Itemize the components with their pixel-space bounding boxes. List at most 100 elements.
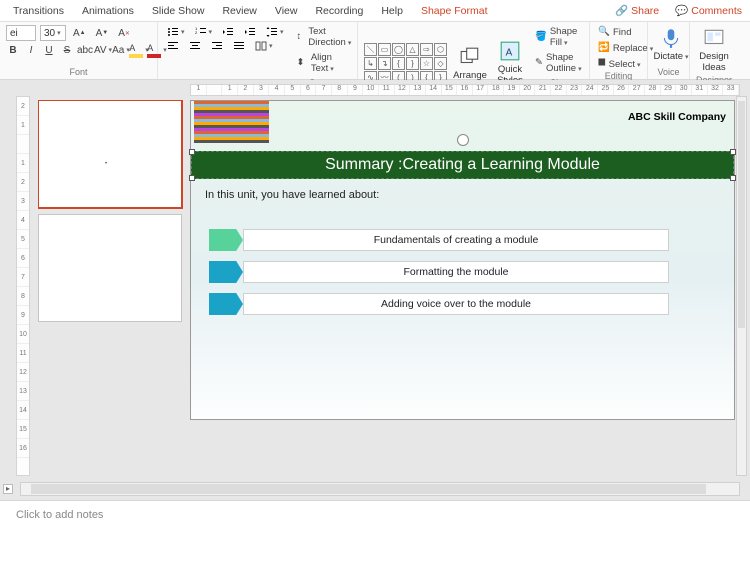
- tab-shape-format[interactable]: Shape Format: [412, 2, 497, 20]
- shape-rect-icon[interactable]: ▭: [378, 43, 391, 56]
- comment-icon: 💬: [675, 4, 688, 17]
- italic-button[interactable]: I: [24, 43, 38, 57]
- comments-button[interactable]: 💬 Comments: [667, 1, 750, 20]
- align-left-button[interactable]: [164, 39, 182, 53]
- strike-button[interactable]: S: [60, 43, 74, 57]
- clear-formatting-button[interactable]: A✕: [115, 26, 133, 40]
- shape-triangle-icon[interactable]: △: [406, 43, 419, 56]
- text-direction-label: Text Direction: [308, 26, 354, 48]
- shadow-button[interactable]: abc: [78, 43, 92, 57]
- text-direction-icon: ↕: [297, 31, 306, 43]
- resize-handle-bl[interactable]: [189, 175, 195, 181]
- tab-view[interactable]: View: [266, 2, 307, 20]
- increase-font-button[interactable]: A▲: [70, 26, 89, 40]
- svg-text:A: A: [506, 47, 513, 58]
- find-icon: 🔍: [598, 26, 610, 38]
- highlight-color-button[interactable]: A: [132, 43, 146, 57]
- select-button[interactable]: ⯀Select: [596, 57, 641, 71]
- shape-hexagon-icon[interactable]: ⬡: [434, 43, 447, 56]
- dictate-icon: [660, 27, 682, 49]
- slide-thumb-2[interactable]: [38, 214, 182, 322]
- ribbon-tabs: Transitions Animations Slide Show Review…: [0, 0, 750, 22]
- justify-button[interactable]: [230, 39, 248, 53]
- tab-slide-show[interactable]: Slide Show: [143, 2, 214, 20]
- font-name-box[interactable]: ei: [6, 25, 36, 41]
- slide-thumb-1[interactable]: [38, 100, 182, 208]
- list-item-label: Formatting the module: [243, 261, 669, 283]
- decrease-indent-button[interactable]: [219, 25, 237, 39]
- shape-ellipse-icon[interactable]: ◯: [392, 43, 405, 56]
- slide-title-shape[interactable]: Summary :Creating a Learning Module ⟳: [191, 151, 734, 179]
- tab-recording[interactable]: Recording: [306, 2, 372, 20]
- shape-callout-icon[interactable]: ◇: [434, 57, 447, 70]
- char-spacing-button[interactable]: AV: [96, 43, 110, 57]
- find-label: Find: [613, 27, 631, 38]
- resize-handle-tl[interactable]: [189, 149, 195, 155]
- change-case-button[interactable]: Aa: [114, 43, 128, 57]
- scroll-thumb[interactable]: [738, 101, 745, 328]
- rotate-handle[interactable]: ⟳: [457, 134, 469, 146]
- tab-review[interactable]: Review: [213, 2, 265, 20]
- shape-star-icon[interactable]: ☆: [420, 57, 433, 70]
- ribbon: ei 30 A▲ A▼ A✕ B I U S abc AV Aa A A Fon…: [0, 22, 750, 80]
- slide-intro-text: In this unit, you have learned about:: [205, 189, 379, 201]
- arrange-label: Arrange: [453, 70, 487, 81]
- list-item[interactable]: Adding voice over to the module: [209, 293, 669, 315]
- align-text-button[interactable]: ⬍Align Text: [295, 51, 357, 75]
- notes-placeholder: Click to add notes: [16, 509, 103, 521]
- share-button[interactable]: 🔗 Share: [607, 1, 667, 20]
- group-editing: 🔍Find 🔁Replace ⯀Select Editing: [590, 22, 648, 79]
- find-button[interactable]: 🔍Find: [596, 25, 641, 39]
- expand-thumbnails-button[interactable]: ▸: [3, 484, 13, 494]
- align-right-button[interactable]: [208, 39, 226, 53]
- align-text-icon: ⬍: [297, 57, 308, 69]
- slide-canvas[interactable]: ABC Skill Company Summary :Creating a Le…: [190, 100, 735, 420]
- scroll-thumb[interactable]: [31, 484, 706, 494]
- list-item[interactable]: Fundamentals of creating a module: [209, 229, 669, 251]
- dictate-button[interactable]: Dictate: [654, 25, 688, 64]
- select-icon: ⯀: [598, 58, 606, 70]
- group-designer: Design Ideas Designer: [690, 22, 738, 79]
- group-paragraph: 12 ↕Text Direction ⬍Align Text ▦Convert …: [158, 22, 358, 79]
- shape-lbrace-icon[interactable]: {: [392, 57, 405, 70]
- vertical-ruler: 2112345678910111213141516: [16, 96, 30, 476]
- slide-thumbnails: [38, 100, 184, 476]
- shape-line-icon[interactable]: ＼: [364, 43, 377, 56]
- vertical-scrollbar[interactable]: [736, 96, 747, 476]
- tab-help[interactable]: Help: [372, 2, 412, 20]
- tab-transitions[interactable]: Transitions: [4, 2, 73, 20]
- arrange-button[interactable]: Arrange: [453, 44, 487, 83]
- design-ideas-label: Design Ideas: [699, 51, 729, 73]
- tab-animations[interactable]: Animations: [73, 2, 143, 20]
- line-spacing-button[interactable]: [263, 25, 287, 39]
- font-size-box[interactable]: 30: [40, 25, 66, 41]
- decrease-font-button[interactable]: A▼: [93, 26, 112, 40]
- bullets-button[interactable]: [164, 25, 188, 39]
- comments-label: Comments: [691, 5, 742, 17]
- shapes-gallery[interactable]: ＼▭◯△⇨⬡ ↳↴{}☆◇ ∿〰(){}: [364, 43, 447, 84]
- shape-conn-icon[interactable]: ↳: [364, 57, 377, 70]
- shape-conn2-icon[interactable]: ↴: [378, 57, 391, 70]
- shape-outline-button[interactable]: ✎Shape Outline: [533, 51, 588, 75]
- increase-indent-button[interactable]: [241, 25, 259, 39]
- notes-pane[interactable]: Click to add notes: [0, 500, 750, 566]
- horizontal-scrollbar[interactable]: [20, 482, 740, 496]
- tag-icon: [209, 261, 243, 283]
- align-center-button[interactable]: [186, 39, 204, 53]
- numbering-button[interactable]: 12: [192, 25, 216, 39]
- share-icon: 🔗: [615, 4, 628, 17]
- replace-button[interactable]: 🔁Replace: [596, 41, 641, 55]
- shape-rbrace-icon[interactable]: }: [406, 57, 419, 70]
- text-direction-button[interactable]: ↕Text Direction: [295, 25, 357, 49]
- list-item-label: Adding voice over to the module: [243, 293, 669, 315]
- shape-arrow-icon[interactable]: ⇨: [420, 43, 433, 56]
- columns-button[interactable]: [252, 39, 276, 53]
- list-item-label: Fundamentals of creating a module: [243, 229, 669, 251]
- bold-button[interactable]: B: [6, 43, 20, 57]
- list-item[interactable]: Formatting the module: [209, 261, 669, 283]
- design-ideas-button[interactable]: Design Ideas: [696, 25, 732, 75]
- underline-button[interactable]: U: [42, 43, 56, 57]
- shape-outline-icon: ✎: [535, 57, 543, 69]
- highlight-swatch: [129, 54, 143, 58]
- shape-fill-button[interactable]: 🪣Shape Fill: [533, 25, 588, 49]
